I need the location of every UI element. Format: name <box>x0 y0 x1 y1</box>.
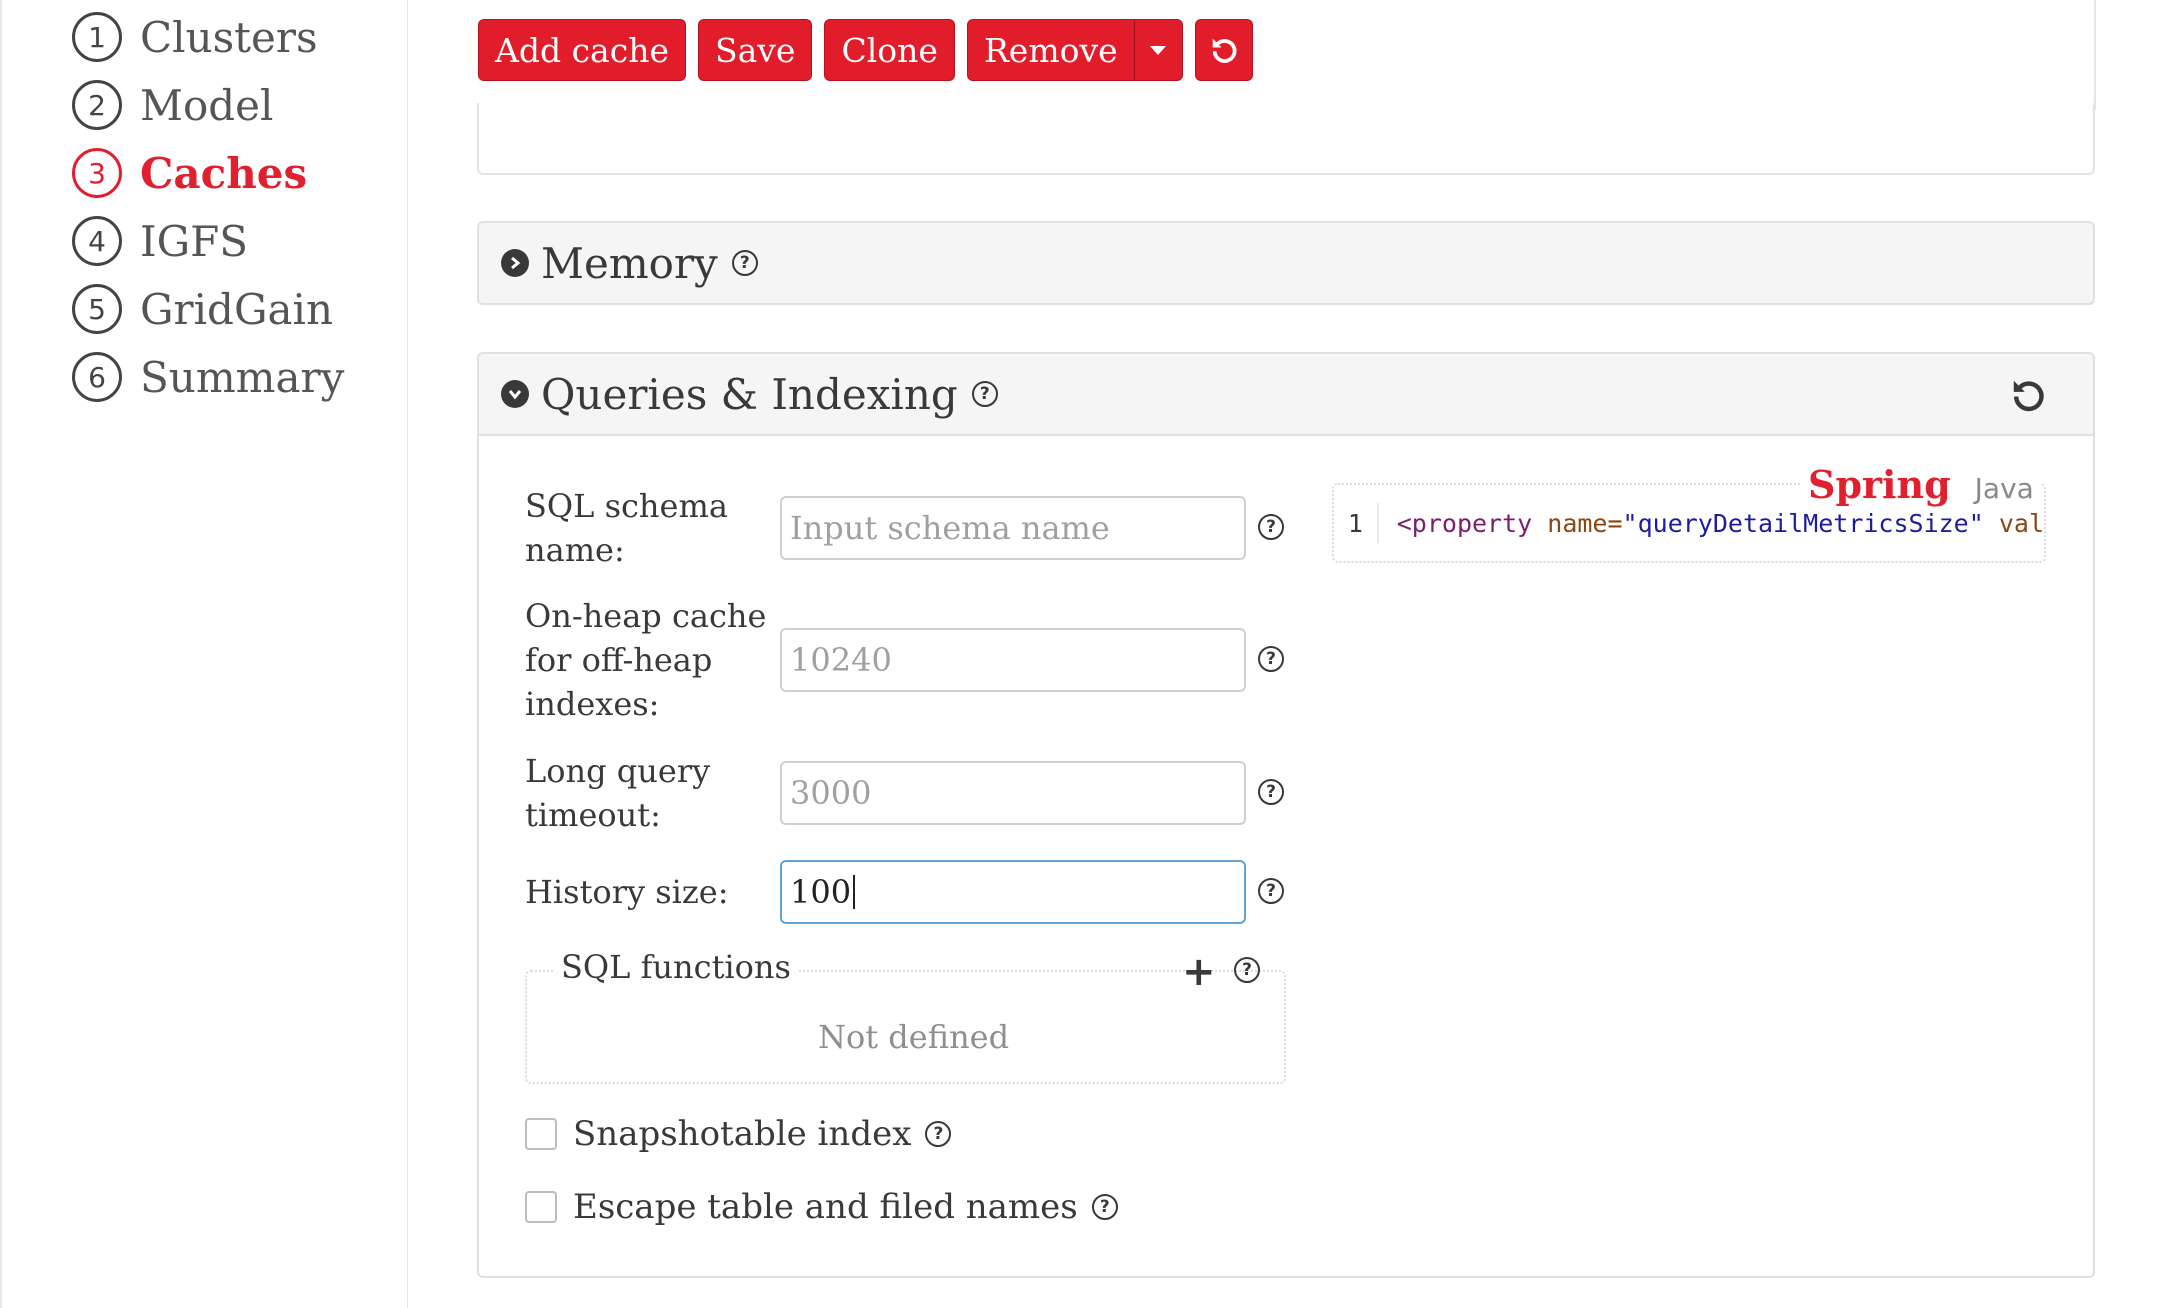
code-rest: val <box>1998 508 2044 538</box>
chevron-right-icon <box>501 249 529 277</box>
sql-schema-label: SQL schema name: <box>525 487 728 569</box>
escape-names-row: Escape table and filed names ? <box>525 1187 1118 1227</box>
step-number-icon: 2 <box>72 80 122 130</box>
toolbar: Add cache Save Clone Remove <box>478 19 1253 81</box>
history-size-input[interactable]: 100 <box>780 860 1246 924</box>
add-cache-button[interactable]: Add cache <box>478 19 686 81</box>
remove-split-button: Remove <box>966 19 1183 81</box>
history-size-label: History size: <box>525 873 729 911</box>
sidebar: 1 Clusters 2 Model 3 Caches 4 IGFS 5 Gri… <box>0 0 408 1308</box>
sidebar-item-label: Summary <box>140 352 345 402</box>
long-query-timeout-input[interactable]: 3000 <box>780 761 1246 825</box>
tab-spring[interactable]: Spring <box>1808 462 1951 507</box>
sidebar-item-igfs[interactable]: 4 IGFS <box>72 213 248 269</box>
sidebar-item-model[interactable]: 2 Model <box>72 77 273 133</box>
help-icon[interactable]: ? <box>1258 779 1284 805</box>
undo-icon <box>1212 38 1237 63</box>
code-attr: name= <box>1547 508 1623 538</box>
sidebar-item-gridgain[interactable]: 5 GridGain <box>72 281 333 337</box>
content-edge <box>2094 0 2096 110</box>
tab-java[interactable]: Java <box>1975 472 2034 505</box>
step-number-icon: 4 <box>72 216 122 266</box>
sql-schema-input[interactable]: Input schema name <box>780 496 1246 560</box>
general-panel-bottom <box>477 103 2095 175</box>
sidebar-item-clusters[interactable]: 1 Clusters <box>72 9 318 65</box>
remove-button[interactable]: Remove <box>968 20 1134 80</box>
code-line: <property name="queryDetailMetricsSize" … <box>1379 509 2044 538</box>
memory-section-header[interactable]: Memory ? <box>477 221 2095 305</box>
sidebar-item-label: Model <box>140 80 274 130</box>
chevron-down-icon <box>501 380 529 408</box>
clone-button[interactable]: Clone <box>824 19 955 81</box>
help-icon[interactable]: ? <box>925 1121 952 1147</box>
sql-functions-empty-text: Not defined <box>818 1018 1010 1056</box>
revert-section-icon[interactable] <box>2009 376 2047 418</box>
sidebar-item-label: IGFS <box>140 216 249 266</box>
undo-button[interactable] <box>1194 19 1253 81</box>
help-icon[interactable]: ? <box>1258 514 1284 540</box>
sidebar-edge <box>0 0 2 1308</box>
escape-names-label: Escape table and filed names <box>573 1187 1078 1227</box>
preview-tabs: Spring Java <box>1800 462 2042 507</box>
onheap-cache-label: On-heap cache for off-heap indexes: <box>525 597 767 723</box>
step-number-icon: 6 <box>72 352 122 402</box>
help-icon[interactable]: ? <box>1234 957 1260 983</box>
help-icon[interactable]: ? <box>731 250 758 276</box>
sql-functions-title: SQL functions <box>553 948 799 986</box>
text-cursor <box>853 875 856 909</box>
escape-names-checkbox[interactable] <box>525 1191 557 1223</box>
sidebar-item-caches[interactable]: 3 Caches <box>72 145 307 201</box>
caret-down-icon <box>1150 45 1167 55</box>
step-number-icon: 5 <box>72 284 122 334</box>
line-number: 1 <box>1334 503 1379 543</box>
help-icon[interactable]: ? <box>1258 646 1284 672</box>
save-button[interactable]: Save <box>698 19 813 81</box>
sidebar-item-label: Caches <box>140 148 308 198</box>
memory-section-title: Memory <box>541 238 718 288</box>
remove-dropdown-toggle[interactable] <box>1133 20 1182 80</box>
help-icon[interactable]: ? <box>1258 878 1284 904</box>
onheap-cache-input[interactable]: 10240 <box>780 628 1246 692</box>
snapshotable-index-checkbox[interactable] <box>525 1118 557 1150</box>
queries-section-header[interactable]: Queries & Indexing ? <box>477 352 2095 436</box>
help-icon[interactable]: ? <box>1091 1194 1118 1220</box>
step-number-icon: 3 <box>72 148 122 198</box>
plus-icon[interactable]: + <box>1182 952 1216 992</box>
help-icon[interactable]: ? <box>971 381 998 407</box>
snapshotable-index-row: Snapshotable index ? <box>525 1114 952 1154</box>
queries-section-title: Queries & Indexing <box>541 369 958 419</box>
sidebar-item-summary[interactable]: 6 Summary <box>72 349 344 405</box>
code-tag: <property <box>1396 508 1533 538</box>
sidebar-item-label: GridGain <box>140 284 334 334</box>
history-size-value: 100 <box>790 873 852 911</box>
snapshotable-index-label: Snapshotable index <box>573 1114 912 1154</box>
code-string: "queryDetailMetricsSize" <box>1622 508 1984 538</box>
long-query-timeout-label: Long query timeout: <box>525 752 711 834</box>
step-number-icon: 1 <box>72 12 122 62</box>
sidebar-item-label: Clusters <box>140 12 318 62</box>
